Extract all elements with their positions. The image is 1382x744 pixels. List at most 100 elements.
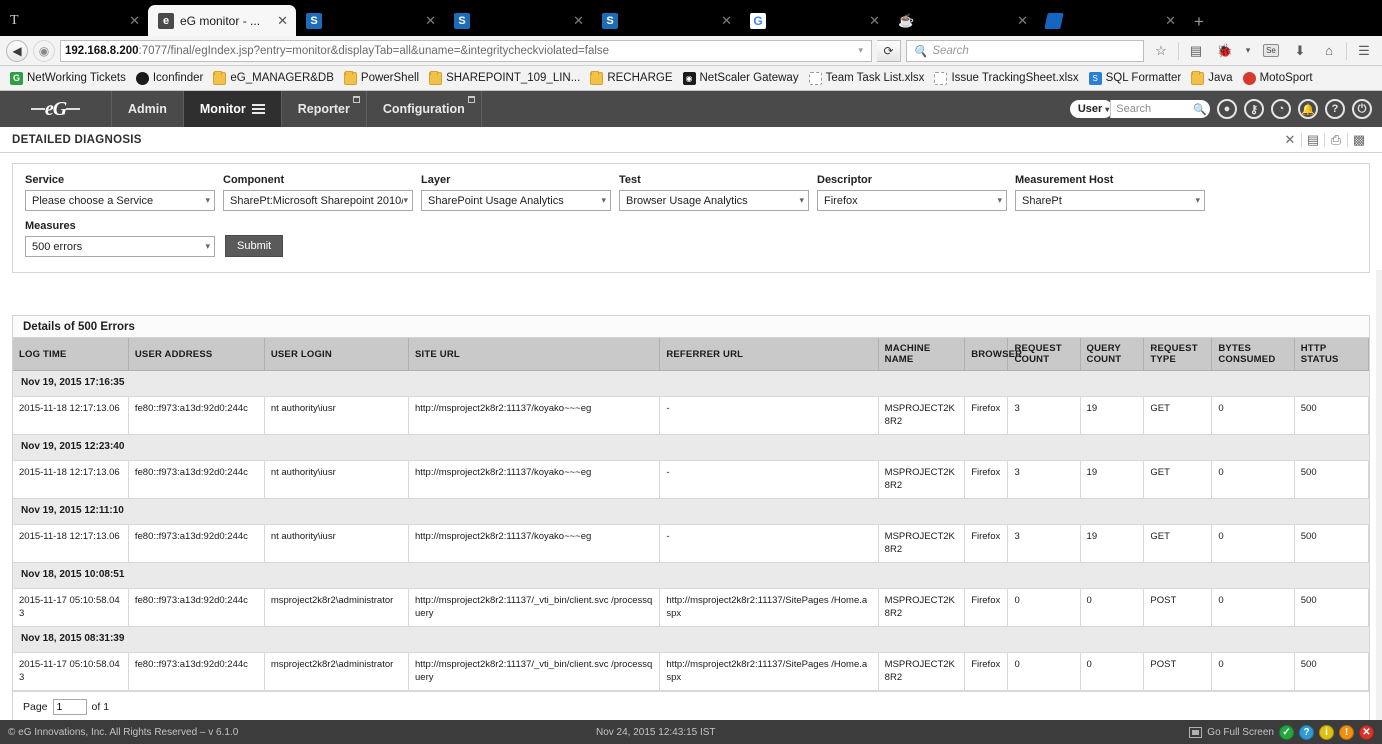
bookmark-star-icon[interactable]: ☆	[1149, 40, 1173, 62]
measurement-host-dropdown[interactable]: SharePt ▾	[1015, 190, 1205, 211]
table-row[interactable]: 2015-11-17 05:10:58.043 fe80::f973:a13d:…	[13, 652, 1370, 692]
nav-item-configuration[interactable]: Configuration	[367, 91, 482, 127]
power-icon[interactable]: ⏻	[1352, 99, 1372, 119]
address-bar[interactable]: 192.168.8.200:7077/final/egIndex.jsp?ent…	[60, 39, 872, 62]
selenium-icon[interactable]: Se	[1259, 40, 1283, 62]
eg-logo[interactable]: eG	[0, 91, 112, 127]
downloads-icon[interactable]: ⬇	[1288, 40, 1312, 62]
page-number-input[interactable]	[52, 699, 87, 716]
browser-tab[interactable]: T ✕	[0, 6, 148, 36]
col-request-count[interactable]: REQUEST COUNT	[1007, 338, 1081, 371]
dashboard-icon[interactable]: ◔	[1271, 99, 1291, 119]
col-browser[interactable]: BROWSER	[964, 338, 1022, 371]
bookmark-item[interactable]: RECHARGE	[586, 70, 676, 87]
chevron-down-icon[interactable]: ▾	[858, 45, 867, 56]
status-info-icon[interactable]: i	[1319, 724, 1334, 740]
bookmark-item[interactable]: Iconfinder	[132, 70, 208, 87]
search-icon[interactable]: 🔍	[1193, 103, 1207, 116]
bookmark-item[interactable]: Team Task List.xlsx	[805, 70, 929, 87]
firebug-icon[interactable]: 🐞	[1213, 40, 1237, 62]
menu-icon[interactable]: ☰	[1352, 40, 1376, 62]
tab-close-icon[interactable]: ✕	[573, 13, 584, 29]
descriptor-dropdown[interactable]: Firefox ▾	[817, 190, 1007, 211]
component-dropdown[interactable]: SharePt:Microsoft Sharepoint 2010/2 ▾	[223, 190, 413, 211]
status-unknown-icon[interactable]: ?	[1299, 724, 1314, 740]
status-critical-icon[interactable]: ✕	[1359, 724, 1374, 740]
browser-search-input[interactable]: 🔍 Search	[906, 39, 1144, 62]
col-http-status[interactable]: HTTP STATUS	[1294, 338, 1370, 371]
back-icon[interactable]: ◀	[6, 39, 28, 62]
submit-button[interactable]: Submit	[225, 235, 284, 257]
status-warning-icon[interactable]: !	[1339, 724, 1354, 740]
bookmark-item[interactable]: Java	[1187, 70, 1236, 87]
tab-close-icon[interactable]: ✕	[425, 13, 436, 29]
dropdown-icon[interactable]: ▾	[1242, 40, 1254, 62]
status-ok-icon[interactable]: ✓	[1279, 724, 1294, 740]
key-icon[interactable]: ⚷	[1244, 99, 1264, 119]
col-referrer-url[interactable]: REFERRER URL	[659, 338, 879, 371]
cell-user-login: nt authority\iusr	[264, 460, 410, 500]
bookmark-item[interactable]: Issue TrackingSheet.xlsx	[930, 70, 1082, 87]
table-row[interactable]: 2015-11-17 05:10:58.043 fe80::f973:a13d:…	[13, 588, 1370, 628]
col-request-type[interactable]: REQUEST TYPE	[1143, 338, 1213, 371]
alarm-icon[interactable]: 🔔	[1298, 99, 1318, 119]
hamburger-icon[interactable]	[251, 104, 265, 114]
service-dropdown[interactable]: Please choose a Service ▾	[25, 190, 215, 211]
col-user-address[interactable]: USER ADDRESS	[128, 338, 265, 371]
reading-list-icon[interactable]: ▤	[1184, 40, 1208, 62]
browser-tab[interactable]: ✕	[1036, 6, 1184, 36]
col-user-login[interactable]: USER LOGIN	[264, 338, 410, 371]
table-row[interactable]: 2015-11-18 12:17:13.06 fe80::f973:a13d:9…	[13, 396, 1370, 436]
bookmark-item[interactable]: eG_MANAGER&DB	[209, 70, 338, 87]
page-scrollbar[interactable]	[1376, 270, 1382, 744]
tab-close-icon[interactable]: ✕	[869, 13, 880, 29]
new-tab-button[interactable]: +	[1184, 12, 1214, 36]
app-search-input[interactable]: Search 🔍	[1110, 100, 1210, 118]
browser-tab[interactable]: S ✕	[592, 6, 740, 36]
text-cursor-icon: T	[10, 13, 19, 28]
bookmark-item[interactable]: S SQL Formatter	[1085, 70, 1186, 87]
nav-item-monitor[interactable]: Monitor	[183, 91, 282, 127]
bookmark-item[interactable]: PowerShell	[340, 70, 423, 87]
export-excel-icon[interactable]: ▩	[1348, 132, 1370, 148]
fullscreen-label[interactable]: Go Full Screen	[1207, 727, 1274, 738]
filter-label: Layer	[421, 174, 451, 186]
bookmark-item[interactable]: MotoSport	[1239, 70, 1317, 87]
test-dropdown[interactable]: Browser Usage Analytics ▾	[619, 190, 809, 211]
tab-close-icon[interactable]: ✕	[1165, 13, 1176, 29]
browser-tab-active[interactable]: e eG monitor - ... ✕	[148, 5, 296, 36]
bookmark-item[interactable]: G NetWorking Tickets	[6, 70, 130, 87]
col-site-url[interactable]: SITE URL	[408, 338, 661, 371]
reload-icon[interactable]: ⟳	[877, 39, 901, 62]
col-log-time[interactable]: LOG TIME	[13, 338, 129, 371]
table-row[interactable]: 2015-11-18 12:17:13.06 fe80::f973:a13d:9…	[13, 460, 1370, 500]
measures-dropdown[interactable]: 500 errors ▾	[25, 236, 215, 257]
print-icon[interactable]: ⎙	[1325, 132, 1347, 148]
help-icon[interactable]: ?	[1325, 99, 1345, 119]
bookmark-item[interactable]: ◉ NetScaler Gateway	[679, 70, 803, 87]
browser-tab[interactable]: ☕ ✕	[888, 6, 1036, 36]
bookmark-item[interactable]: SHAREPOINT_109_LIN...	[425, 70, 584, 87]
col-machine-name[interactable]: MACHINE NAME	[878, 338, 966, 371]
fullscreen-icon[interactable]	[1189, 726, 1203, 738]
home-icon[interactable]: ⌂	[1317, 40, 1341, 62]
col-query-count[interactable]: QUERY COUNT	[1080, 338, 1145, 371]
browser-tab[interactable]: G ✕	[740, 6, 888, 36]
tab-close-icon[interactable]: ✕	[1017, 13, 1028, 29]
user-icon[interactable]: ●	[1217, 99, 1237, 119]
site-identity-icon[interactable]: ◉	[33, 39, 55, 62]
user-type-selector[interactable]: User ▾	[1069, 100, 1114, 118]
nav-item-admin[interactable]: Admin	[112, 91, 184, 127]
nav-item-reporter[interactable]: Reporter	[282, 91, 367, 127]
table-row[interactable]: 2015-11-18 12:17:13.06 fe80::f973:a13d:9…	[13, 524, 1370, 564]
tab-close-icon[interactable]: ✕	[721, 13, 732, 29]
tab-close-icon[interactable]: ✕	[277, 13, 288, 29]
layer-dropdown[interactable]: SharePoint Usage Analytics ▾	[421, 190, 611, 211]
close-icon[interactable]: ✕	[1279, 132, 1301, 148]
browser-tab[interactable]: S ✕	[296, 6, 444, 36]
tab-close-icon[interactable]: ✕	[129, 13, 140, 29]
save-icon[interactable]: ▤	[1302, 132, 1324, 148]
group-timestamp: Nov 18, 2015 10:08:51	[13, 562, 1369, 589]
col-bytes-consumed[interactable]: BYTES CONSUMED	[1211, 338, 1295, 371]
browser-tab[interactable]: S ✕	[444, 6, 592, 36]
